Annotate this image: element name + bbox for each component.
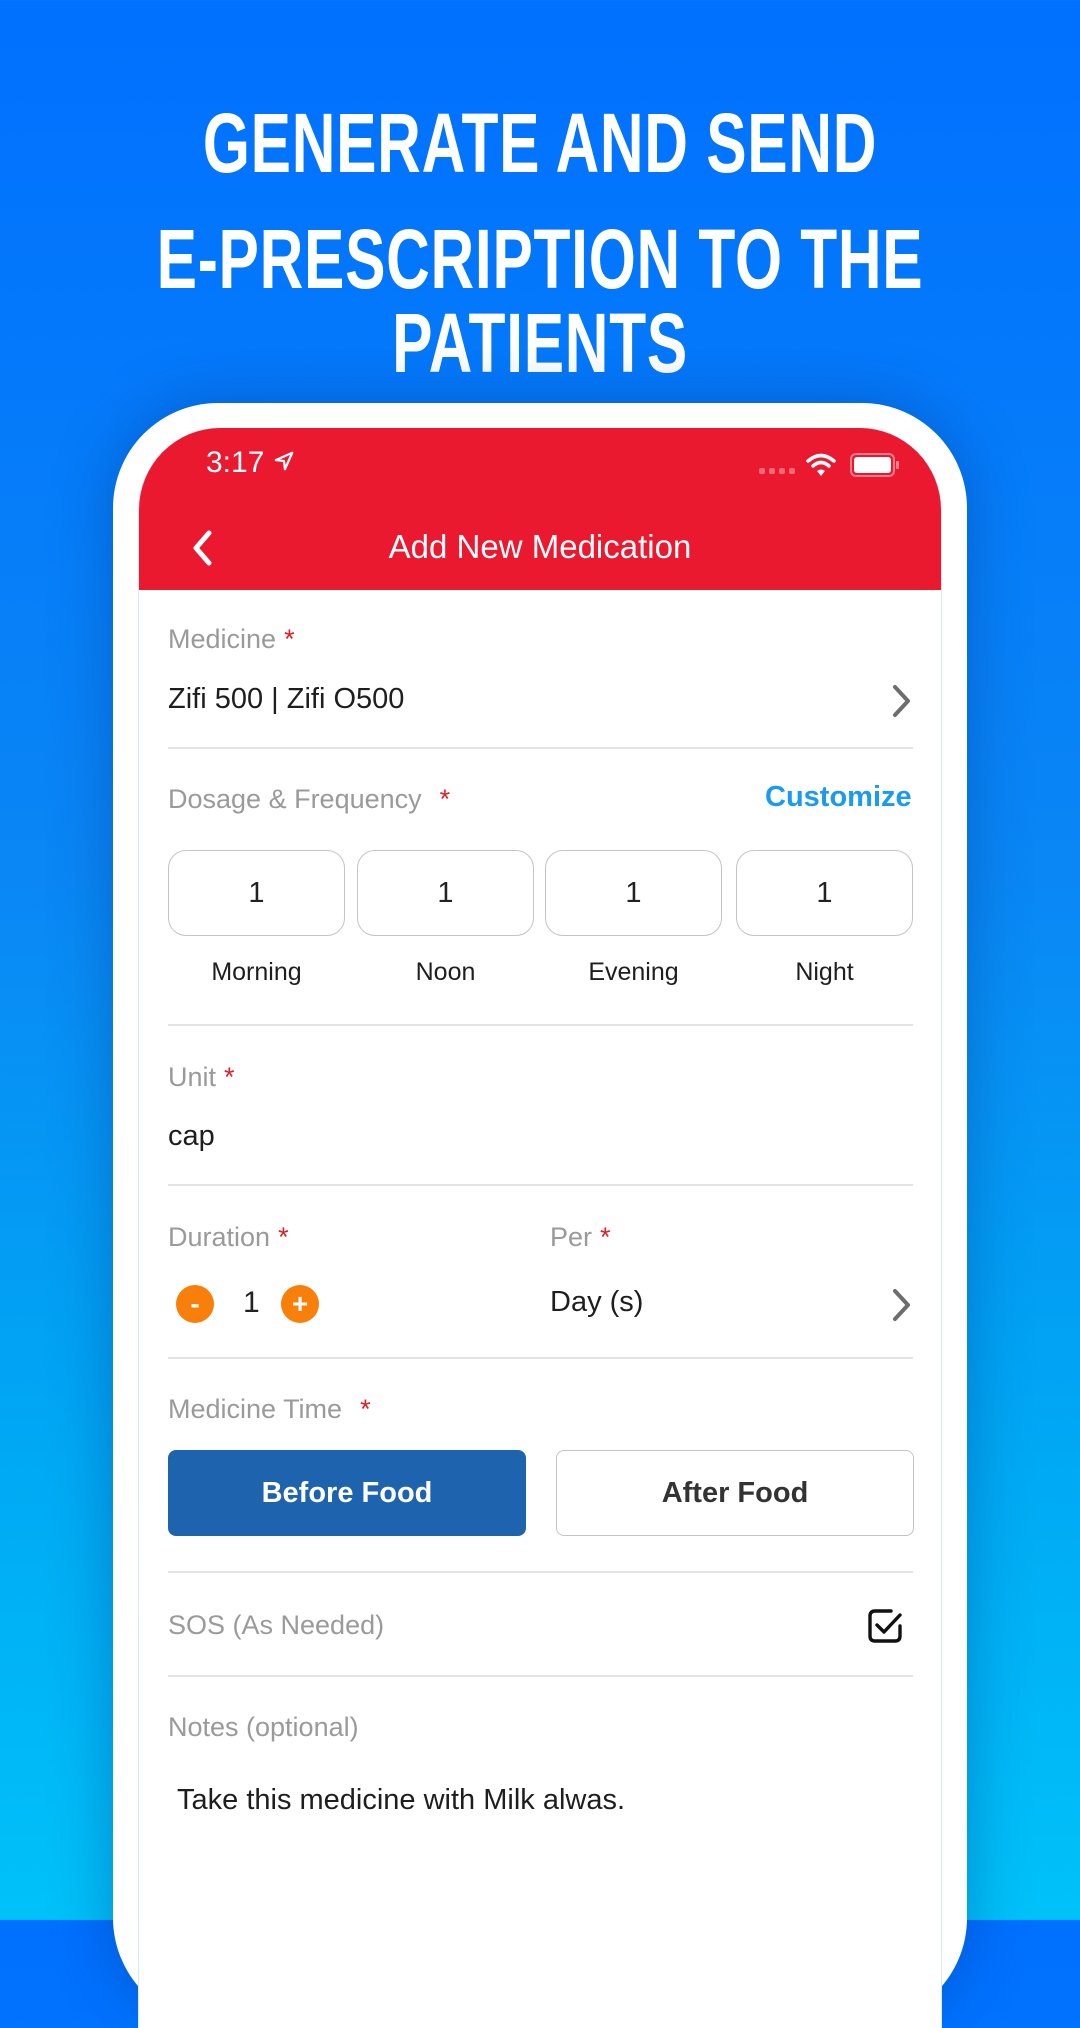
dosage-label: Dosage & Frequency *	[168, 784, 450, 815]
dose-label-evening: Evening	[588, 958, 679, 986]
per-label: Per *	[550, 1222, 611, 1253]
divider	[168, 1024, 913, 1026]
chevron-right-icon[interactable]	[891, 1288, 913, 1322]
dose-input-evening[interactable]: 1	[545, 850, 722, 936]
app-bar: 3:17 Add New Medication	[139, 428, 941, 590]
dose-input-morning[interactable]: 1	[168, 850, 345, 936]
headline-line-2: E-PRESCRIPTION TO THE PATIENTS	[156, 212, 924, 390]
customize-link[interactable]: Customize	[765, 781, 912, 814]
duration-decrement-button[interactable]: -	[176, 1285, 214, 1323]
medicine-time-label: Medicine Time *	[168, 1394, 371, 1425]
unit-label: Unit *	[168, 1062, 235, 1093]
per-select[interactable]: Day (s)	[550, 1286, 643, 1319]
sos-checkbox-checked-icon[interactable]	[867, 1608, 903, 1644]
page-title: Add New Medication	[388, 528, 692, 565]
wifi-icon	[806, 453, 836, 476]
duration-increment-button[interactable]: +	[281, 1285, 319, 1323]
phone-screen: 3:17 Add New Medication Medicine * Zifi 5…	[138, 428, 942, 2028]
divider	[168, 1675, 913, 1677]
required-marker: *	[284, 624, 295, 654]
sos-label: SOS (As Needed)	[168, 1610, 385, 1640]
dose-label-noon: Noon	[415, 958, 476, 986]
divider	[168, 747, 913, 749]
duration-value: 1	[243, 1286, 260, 1319]
required-marker: *	[439, 784, 451, 814]
medicine-select[interactable]: Zifi 500 | Zifi O500	[168, 683, 404, 716]
per-label-text: Per	[550, 1222, 593, 1252]
unit-label-text: Unit	[168, 1062, 217, 1092]
notes-textarea[interactable]: Take this medicine with Milk alwas.	[177, 1784, 625, 1817]
dose-input-noon[interactable]: 1	[357, 850, 534, 936]
location-arrow-icon	[274, 451, 294, 471]
notes-label: Notes (optional)	[168, 1712, 359, 1742]
divider	[168, 1184, 913, 1186]
dose-input-night[interactable]: 1	[736, 850, 913, 936]
required-marker: *	[224, 1062, 235, 1092]
dosage-label-text: Dosage & Frequency	[168, 784, 422, 814]
required-marker: *	[360, 1394, 371, 1424]
chevron-right-icon[interactable]	[891, 684, 913, 718]
battery-icon	[850, 453, 899, 477]
medicine-time-label-text: Medicine Time	[168, 1394, 343, 1424]
duration-label-text: Duration	[168, 1222, 271, 1252]
unit-input[interactable]: cap	[168, 1120, 215, 1153]
signal-dots-icon	[759, 468, 795, 474]
duration-label: Duration *	[168, 1222, 289, 1253]
required-marker: *	[600, 1222, 611, 1252]
divider	[168, 1357, 913, 1359]
dose-label-night: Night	[795, 958, 854, 986]
after-food-button[interactable]: After Food	[556, 1450, 914, 1536]
dose-label-morning: Morning	[211, 958, 302, 986]
required-marker: *	[278, 1222, 289, 1252]
before-food-button[interactable]: Before Food	[168, 1450, 526, 1536]
headline-line-1: GENERATE AND SEND	[202, 96, 878, 190]
status-time: 3:17	[206, 446, 265, 479]
divider	[168, 1571, 913, 1573]
medicine-label-text: Medicine	[168, 624, 277, 654]
medicine-label: Medicine *	[168, 624, 295, 655]
